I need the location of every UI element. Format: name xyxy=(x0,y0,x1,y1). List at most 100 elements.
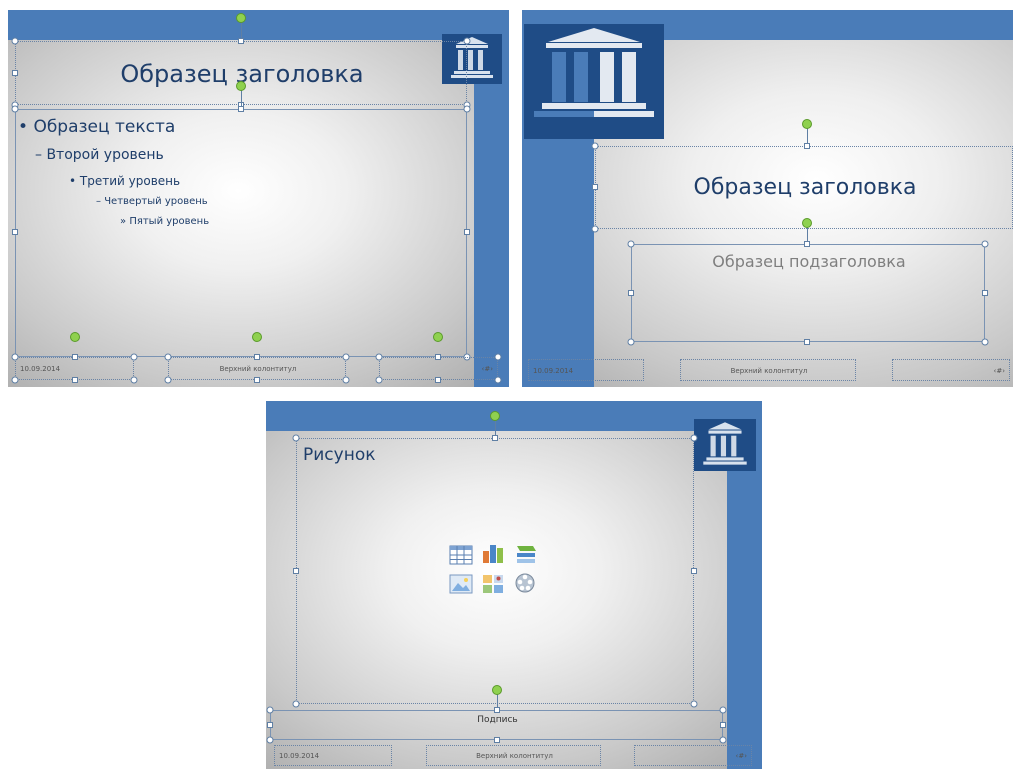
resize-handle[interactable] xyxy=(266,736,274,744)
resize-handle[interactable] xyxy=(494,353,502,361)
resize-handle[interactable] xyxy=(11,105,19,113)
picture-placeholder[interactable]: Рисунок xyxy=(296,438,694,704)
resize-handle[interactable] xyxy=(292,434,300,442)
rotate-handle[interactable] xyxy=(802,218,812,228)
top-blue-band xyxy=(8,10,509,40)
resize-handle[interactable] xyxy=(981,338,989,346)
picture-label: Рисунок xyxy=(303,445,376,465)
resize-handle[interactable] xyxy=(164,376,172,384)
resize-handle[interactable] xyxy=(690,434,698,442)
resize-handle[interactable] xyxy=(72,354,78,360)
footer-date: 10.09.2014 xyxy=(20,365,61,373)
resize-handle[interactable] xyxy=(11,376,19,384)
resize-handle[interactable] xyxy=(293,568,299,574)
rotate-handle[interactable] xyxy=(252,332,262,342)
resize-handle[interactable] xyxy=(690,700,698,708)
rotate-handle[interactable] xyxy=(492,685,502,695)
resize-handle[interactable] xyxy=(266,706,274,714)
resize-handle[interactable] xyxy=(719,736,727,744)
rotate-handle[interactable] xyxy=(70,332,80,342)
slide-title-layout[interactable]: Образец заголовка Образец подзаголовка 1… xyxy=(522,10,1013,387)
resize-handle[interactable] xyxy=(691,568,697,574)
rotate-handle[interactable] xyxy=(490,411,500,421)
resize-handle[interactable] xyxy=(130,353,138,361)
resize-handle[interactable] xyxy=(11,37,19,45)
institution-logo xyxy=(694,419,756,471)
bullet-level-4: – Четвертый уровень xyxy=(96,196,208,207)
slide-number-placeholder[interactable]: ‹#› xyxy=(892,359,1010,381)
resize-handle[interactable] xyxy=(628,290,634,296)
resize-handle[interactable] xyxy=(464,229,470,235)
bullet-level-2: – Второй уровень xyxy=(35,147,164,163)
footer-center-text: Верхний колонтитул xyxy=(730,367,808,375)
bullet-marker: – xyxy=(35,147,42,163)
resize-handle[interactable] xyxy=(463,105,471,113)
resize-handle[interactable] xyxy=(627,240,635,248)
rotate-handle[interactable] xyxy=(433,332,443,342)
resize-handle[interactable] xyxy=(719,706,727,714)
resize-handle[interactable] xyxy=(982,290,988,296)
bullet-marker: – xyxy=(96,196,101,207)
date-placeholder[interactable]: 10.09.2014 xyxy=(274,745,392,766)
slide-number-placeholder[interactable]: ‹#› xyxy=(634,745,752,766)
resize-handle[interactable] xyxy=(804,339,810,345)
chart-icon[interactable] xyxy=(481,542,505,564)
resize-handle[interactable] xyxy=(292,700,300,708)
caption-placeholder[interactable]: Подпись xyxy=(270,710,723,740)
resize-handle[interactable] xyxy=(804,143,810,149)
resize-handle[interactable] xyxy=(492,435,498,441)
slide-master-content[interactable]: Образец заголовка • Образец текста – Вто… xyxy=(8,10,509,387)
smartart-icon[interactable] xyxy=(513,544,537,566)
resize-handle[interactable] xyxy=(981,240,989,248)
resize-handle[interactable] xyxy=(592,184,598,190)
resize-handle[interactable] xyxy=(11,353,19,361)
caption-text: Подпись xyxy=(477,715,518,725)
body-placeholder[interactable]: • Образец текста – Второй уровень • Трет… xyxy=(15,109,467,357)
resize-handle[interactable] xyxy=(238,106,244,112)
resize-handle[interactable] xyxy=(494,737,500,743)
slide-picture-layout[interactable]: Рисунок Подпись 10.09.2014 Верхний колон… xyxy=(266,401,762,769)
resize-handle[interactable] xyxy=(72,377,78,383)
title-placeholder[interactable]: Образец заголовка xyxy=(595,146,1013,229)
resize-handle[interactable] xyxy=(591,225,599,233)
resize-handle[interactable] xyxy=(12,70,18,76)
resize-handle[interactable] xyxy=(130,376,138,384)
resize-handle[interactable] xyxy=(342,376,350,384)
picture-icon[interactable] xyxy=(449,573,473,595)
resize-handle[interactable] xyxy=(591,142,599,150)
date-placeholder[interactable]: 10.09.2014 xyxy=(528,359,644,381)
table-icon[interactable] xyxy=(449,544,473,566)
resize-handle[interactable] xyxy=(720,722,726,728)
resize-handle[interactable] xyxy=(164,353,172,361)
rotate-handle[interactable] xyxy=(236,13,246,23)
bullet-level-3: • Третий уровень xyxy=(69,174,180,188)
rotate-handle[interactable] xyxy=(802,119,812,129)
resize-handle[interactable] xyxy=(494,707,500,713)
resize-handle[interactable] xyxy=(267,722,273,728)
top-blue-band xyxy=(266,401,762,431)
resize-handle[interactable] xyxy=(804,241,810,247)
resize-handle[interactable] xyxy=(238,38,244,44)
clipart-icon[interactable] xyxy=(481,573,505,595)
resize-handle[interactable] xyxy=(463,37,471,45)
resize-handle[interactable] xyxy=(254,354,260,360)
resize-handle[interactable] xyxy=(627,338,635,346)
footer-placeholder[interactable]: Верхний колонтитул xyxy=(680,359,856,381)
slide-number: ‹#› xyxy=(993,367,1005,375)
resize-handle[interactable] xyxy=(435,354,441,360)
resize-handle[interactable] xyxy=(254,377,260,383)
resize-handle[interactable] xyxy=(435,377,441,383)
subtitle-text: Образец подзаголовка xyxy=(712,252,906,271)
resize-handle[interactable] xyxy=(375,353,383,361)
subtitle-placeholder[interactable]: Образец подзаголовка xyxy=(631,244,985,342)
resize-handle[interactable] xyxy=(342,353,350,361)
resize-handle[interactable] xyxy=(375,376,383,384)
media-icon[interactable] xyxy=(513,572,537,594)
resize-handle[interactable] xyxy=(12,229,18,235)
resize-handle[interactable] xyxy=(494,376,502,384)
slide-number: ‹#› xyxy=(481,365,493,373)
footer-center-text: Верхний колонтитул xyxy=(219,365,297,373)
footer-date: 10.09.2014 xyxy=(533,367,574,375)
footer-placeholder[interactable]: Верхний колонтитул xyxy=(426,745,601,766)
rotate-handle[interactable] xyxy=(236,81,246,91)
